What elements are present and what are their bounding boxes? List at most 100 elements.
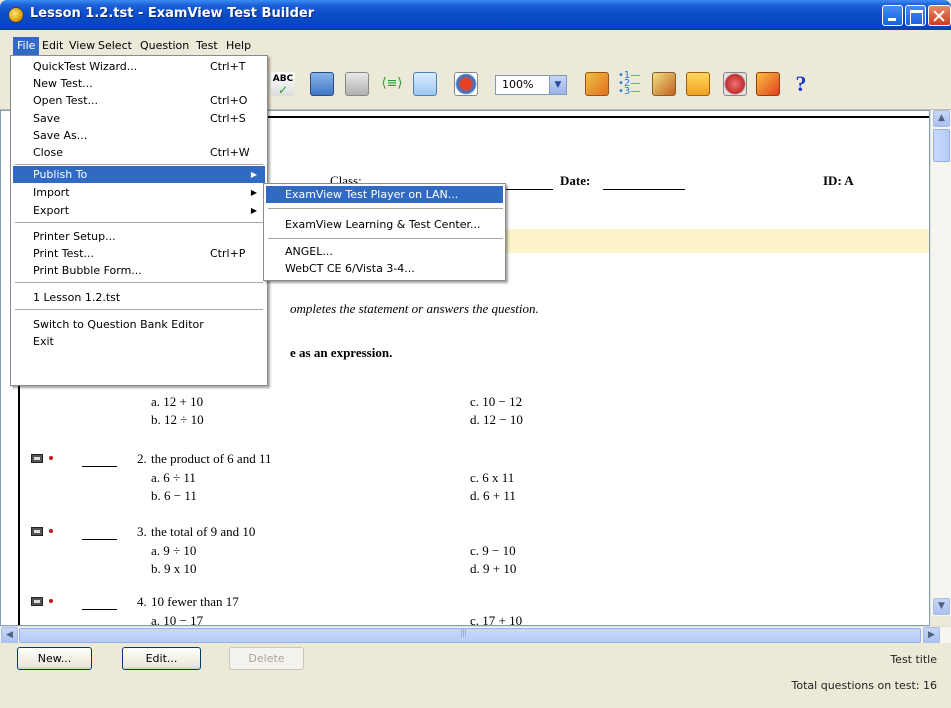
menu-import[interactable]: Import ▶ <box>13 184 265 201</box>
statistics-icon[interactable] <box>723 72 747 96</box>
date-label: Date: <box>560 173 591 188</box>
choice-c[interactable]: c. 9 − 10 <box>470 543 516 559</box>
menu-shortcut: Ctrl+P <box>210 247 246 260</box>
menu-save[interactable]: Save Ctrl+S <box>13 110 265 127</box>
new-button[interactable]: New... <box>17 647 92 670</box>
menu-test[interactable]: Test <box>192 37 222 55</box>
info-icon[interactable] <box>345 72 369 96</box>
scroll-right-icon[interactable]: ▶ <box>923 627 940 644</box>
menu-print-test[interactable]: Print Test... Ctrl+P <box>13 245 265 262</box>
chart-icon[interactable] <box>454 72 478 96</box>
choice-a[interactable]: a. 9 ÷ 10 <box>151 543 196 559</box>
question-stem[interactable]: the total of 9 and 10 <box>151 524 255 540</box>
answer-blank <box>82 466 117 467</box>
calculator-icon[interactable] <box>31 454 43 463</box>
scroll-left-icon[interactable]: ◀ <box>1 627 18 644</box>
id-label: ID: A <box>823 173 854 188</box>
menu-item-label: QuickTest Wizard... <box>33 60 138 73</box>
close-button[interactable] <box>928 5 951 26</box>
zoom-select[interactable]: 100% ▼ <box>495 75 567 95</box>
choice-b[interactable]: b. 9 x 10 <box>151 561 197 577</box>
menu-recent-file[interactable]: 1 Lesson 1.2.tst <box>13 289 265 306</box>
status-dot <box>49 599 53 603</box>
menu-new-test[interactable]: New Test... <box>13 75 265 92</box>
test-title-label: Test title <box>890 653 937 666</box>
minimize-button[interactable] <box>882 5 903 26</box>
calculator-icon[interactable] <box>310 72 334 96</box>
submenu-webct[interactable]: WebCT CE 6/Vista 3-4... <box>266 260 503 277</box>
submenu-angel[interactable]: ANGEL... <box>266 243 503 260</box>
spellcheck-icon[interactable]: ABC ✓ <box>271 72 295 96</box>
scramble-icon[interactable] <box>756 72 780 96</box>
menu-item-label: New Test... <box>33 77 93 90</box>
menu-file[interactable]: File <box>13 37 40 55</box>
menu-publish-to[interactable]: Publish To ▶ <box>13 166 265 183</box>
menu-print-bubble-form[interactable]: Print Bubble Form... <box>13 262 265 279</box>
menu-close[interactable]: Close Ctrl+W <box>13 144 265 161</box>
scroll-down-icon[interactable]: ▼ <box>933 598 950 615</box>
menu-quicktest-wizard[interactable]: QuickTest Wizard... Ctrl+T <box>13 58 265 75</box>
choice-c[interactable]: c. 6 x 11 <box>470 470 514 486</box>
menu-save-as[interactable]: Save As... <box>13 127 265 144</box>
question-stem[interactable]: the product of 6 and 11 <box>151 451 271 467</box>
choice-a[interactable]: a. 6 ÷ 11 <box>151 470 196 486</box>
menu-help[interactable]: Help <box>222 37 255 55</box>
menu-edit[interactable]: Edit <box>38 37 67 55</box>
menu-separator <box>268 238 503 239</box>
horizontal-scrollbar[interactable]: ◀ ▶ <box>0 626 951 644</box>
menu-item-label: Switch to Question Bank Editor <box>33 318 204 331</box>
section-title: e as an expression. <box>290 345 393 360</box>
choice-a[interactable]: a. 12 + 10 <box>151 394 203 410</box>
menu-item-label: Exit <box>33 335 54 348</box>
choice-b[interactable]: b. 12 ÷ 10 <box>151 412 204 428</box>
menu-shortcut: Ctrl+O <box>210 94 248 107</box>
choice-d[interactable]: d. 12 − 10 <box>470 412 523 428</box>
menu-question[interactable]: Question <box>136 37 193 55</box>
submenu-learning-test-center[interactable]: ExamView Learning & Test Center... <box>266 216 503 233</box>
help-icon[interactable]: ? <box>789 72 813 96</box>
vertical-scrollbar[interactable]: ▲ ▼ <box>930 110 951 616</box>
choice-c[interactable]: c. 10 − 12 <box>470 394 522 410</box>
answer-blank <box>82 609 117 610</box>
numbered-list-icon[interactable]: •1— •2— •3— <box>618 71 642 97</box>
table-icon[interactable] <box>413 72 437 96</box>
choice-d[interactable]: d. 9 + 10 <box>470 561 516 577</box>
menu-item-label: Print Bubble Form... <box>33 264 142 277</box>
add-question-icon[interactable] <box>585 72 609 96</box>
choice-d[interactable]: d. 6 + 11 <box>470 488 516 504</box>
objectives-icon[interactable] <box>686 72 710 96</box>
menu-item-label: Printer Setup... <box>33 230 116 243</box>
submenu-examview-player-lan[interactable]: ExamView Test Player on LAN... <box>266 186 503 203</box>
delete-button[interactable]: Delete <box>229 647 304 670</box>
edit-button[interactable]: Edit... <box>122 647 201 670</box>
maximize-button[interactable] <box>905 5 926 26</box>
vertical-scroll-thumb[interactable] <box>933 129 950 162</box>
choice-c[interactable]: c. 17 + 10 <box>470 613 522 625</box>
scroll-up-icon[interactable]: ▲ <box>933 110 950 127</box>
menu-select[interactable]: Select <box>94 37 136 55</box>
menu-export[interactable]: Export ▶ <box>13 202 265 219</box>
menu-printer-setup[interactable]: Printer Setup... <box>13 228 265 245</box>
menu-shortcut: Ctrl+W <box>210 146 250 159</box>
menu-item-label: Save As... <box>33 129 88 142</box>
choice-a[interactable]: a. 10 − 17 <box>151 613 203 625</box>
menu-exit[interactable]: Exit <box>13 333 265 350</box>
menu-open-test[interactable]: Open Test... Ctrl+O <box>13 92 265 109</box>
menu-item-label: Print Test... <box>33 247 94 260</box>
calculator-icon[interactable] <box>31 597 43 606</box>
calculator-icon[interactable] <box>31 527 43 536</box>
question-stem[interactable]: 10 fewer than 17 <box>151 594 239 610</box>
menu-switch-to-bank-editor[interactable]: Switch to Question Bank Editor <box>13 316 265 333</box>
menu-item-label: Open Test... <box>33 94 99 107</box>
equation-icon[interactable]: ⟨≡⟩ <box>380 72 404 96</box>
answer-blank <box>82 539 117 540</box>
menu-item-label: Export <box>33 204 70 217</box>
submenu-arrow-icon: ▶ <box>250 170 257 179</box>
choice-b[interactable]: b. 6 − 11 <box>151 488 197 504</box>
question-number: 2. <box>137 451 147 466</box>
chevron-down-icon[interactable]: ▼ <box>549 76 566 94</box>
horizontal-scroll-thumb[interactable] <box>19 628 921 643</box>
wizard-icon[interactable] <box>652 72 676 96</box>
menu-bar: File Edit View Select Question Test Help <box>0 37 951 55</box>
date-blank <box>603 189 685 190</box>
